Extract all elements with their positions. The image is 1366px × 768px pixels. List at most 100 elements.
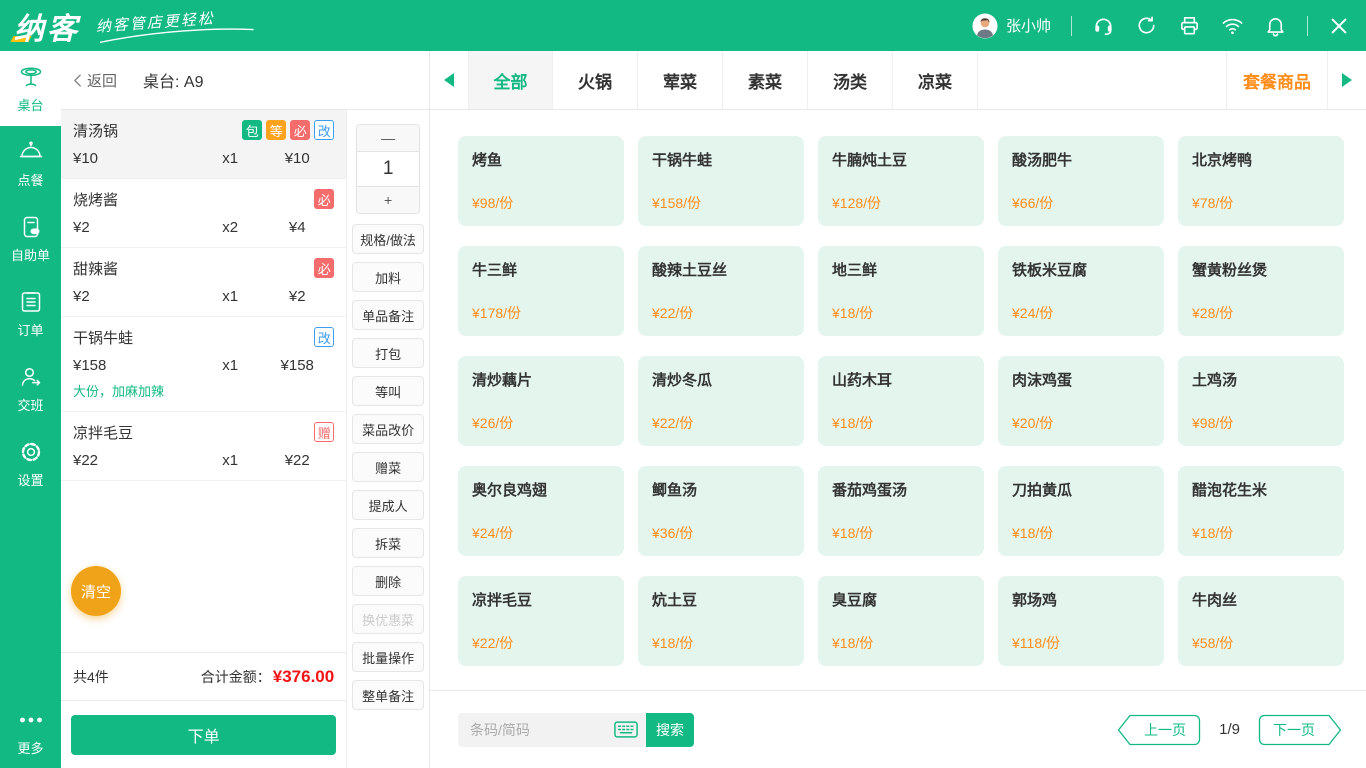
order-item-total: ¥4: [288, 219, 306, 236]
total-amount-value: ¥376.00: [272, 666, 335, 686]
menu-item-card[interactable]: 番茄鸡蛋汤 ¥18/份: [818, 466, 984, 556]
menu-item-card[interactable]: 酸辣土豆丝 ¥22/份: [638, 246, 804, 336]
menu-item-price: ¥24/份: [472, 525, 514, 541]
action-button[interactable]: 加料: [352, 262, 425, 292]
menu-item-card[interactable]: 牛肉丝 ¥58/份: [1178, 576, 1344, 666]
order-item-row[interactable]: 凉拌毛豆赠 ¥22 x1 ¥22: [61, 412, 347, 481]
menu-item-card[interactable]: 清炒藕片 ¥26/份: [458, 356, 624, 446]
menu-item-card[interactable]: 奥尔良鸡翅 ¥24/份: [458, 466, 624, 556]
menu-item-card[interactable]: 地三鲜 ¥18/份: [818, 246, 984, 336]
cloche-icon: [18, 139, 44, 165]
wifi-icon[interactable]: [1221, 14, 1244, 37]
action-button[interactable]: 整单备注: [352, 680, 425, 710]
menu-item-price: ¥178/份: [472, 305, 522, 321]
quantity-increase-button[interactable]: +: [357, 187, 420, 213]
action-button[interactable]: 等叫: [352, 376, 425, 406]
sidebar-item-more[interactable]: 更多: [0, 700, 61, 764]
menu-item-card[interactable]: 烤鱼 ¥98/份: [458, 136, 624, 226]
category-tab[interactable]: 凉菜: [893, 51, 978, 109]
order-item-row[interactable]: 甜辣酱 必 ¥2 x1 ¥2: [61, 248, 347, 317]
menu-item-price: ¥18/份: [1012, 525, 1054, 541]
next-page-button[interactable]: 下一页: [1258, 714, 1342, 746]
menu-item-card[interactable]: 肉沫鸡蛋 ¥20/份: [998, 356, 1164, 446]
menu-item-card[interactable]: 蟹黄粉丝煲 ¥28/份: [1178, 246, 1344, 336]
notification-bell-icon[interactable]: [1264, 14, 1287, 37]
menu-item-name: 土鸡汤: [1192, 372, 1238, 389]
order-item-badges: 必: [314, 189, 335, 209]
menu-item-card[interactable]: 凉拌毛豆 ¥22/份: [458, 576, 624, 666]
sidebar-item-label: 设置: [17, 472, 44, 488]
category-tab[interactable]: 火锅: [553, 51, 638, 109]
keyboard-icon[interactable]: [614, 720, 638, 738]
menu-item-name: 蟹黄粉丝煲: [1192, 262, 1268, 279]
menu-item-name: 凉拌毛豆: [472, 592, 533, 609]
action-button[interactable]: 赠菜: [352, 452, 425, 482]
quantity-value: 1: [357, 151, 420, 187]
sidebar-item-ordering[interactable]: 点餐: [0, 126, 61, 201]
pagination: 上一页 1/9 下一页: [1117, 714, 1342, 746]
menu-item-card[interactable]: 酸汤肥牛 ¥66/份: [998, 136, 1164, 226]
action-button[interactable]: 拆菜: [352, 528, 425, 558]
category-tab[interactable]: 汤类: [808, 51, 893, 109]
sidebar-item-self-order[interactable]: 自助单: [0, 201, 61, 276]
next-page-label: 下一页: [1273, 722, 1315, 738]
sidebar-item-settings[interactable]: 设置: [0, 426, 61, 501]
action-button[interactable]: 删除: [352, 566, 425, 596]
menu-item-card[interactable]: 臭豆腐 ¥18/份: [818, 576, 984, 666]
support-headset-icon[interactable]: [1092, 14, 1115, 37]
order-item-row[interactable]: 清汤锅包等必改 ¥10 x1 ¥10: [61, 110, 347, 179]
order-item-badge: 必: [290, 120, 311, 140]
order-summary: 共4件 合计金额： ¥376.00: [61, 652, 347, 700]
menu-region: 全部 火锅 荤菜 素菜 汤类 凉菜 套餐商品 烤鱼 ¥98/份 干锅牛蛙 ¥158/份 牛腩炖土豆…: [430, 51, 1366, 768]
avatar: [972, 13, 998, 39]
menu-item-card[interactable]: 刀拍黄瓜 ¥18/份: [998, 466, 1164, 556]
search-button[interactable]: 搜索: [646, 712, 694, 747]
menu-item-card[interactable]: 醋泡花生米 ¥18/份: [1178, 466, 1344, 556]
menu-item-card[interactable]: 郭场鸡 ¥118/份: [998, 576, 1164, 666]
back-button[interactable]: 返回: [73, 70, 117, 91]
menu-item-card[interactable]: 干锅牛蛙 ¥158/份: [638, 136, 804, 226]
action-button[interactable]: 规格/做法: [352, 224, 425, 254]
order-item-quantity: x1: [222, 288, 239, 305]
action-button[interactable]: 提成人: [352, 490, 425, 520]
sidebar-item-orders[interactable]: 订单: [0, 276, 61, 351]
user-account[interactable]: 张小帅: [972, 13, 1051, 39]
back-chevron-icon: [74, 73, 81, 87]
menu-item-card[interactable]: 土鸡汤 ¥98/份: [1178, 356, 1344, 446]
combo-products-tab[interactable]: 套餐商品: [1226, 51, 1328, 109]
menu-item-card[interactable]: 铁板米豆腐 ¥24/份: [998, 246, 1164, 336]
category-tab[interactable]: 荤菜: [638, 51, 723, 109]
action-button[interactable]: 批量操作: [352, 642, 425, 672]
tabs-scroll-left-button[interactable]: [430, 51, 468, 109]
order-item-row[interactable]: 干锅牛蛙改 ¥158 x1 ¥158 大份，加麻加辣: [61, 317, 347, 412]
sidebar-item-shift[interactable]: 交班: [0, 351, 61, 426]
tabs-scroll-right-button[interactable]: [1328, 51, 1366, 109]
menu-item-card[interactable]: 牛腩炖土豆 ¥128/份: [818, 136, 984, 226]
category-tab[interactable]: 素菜: [723, 51, 808, 109]
menu-item-price: ¥18/份: [832, 525, 874, 541]
order-item-name: 干锅牛蛙: [73, 329, 134, 347]
action-button[interactable]: 打包: [352, 338, 425, 368]
order-item-row[interactable]: 烧烤酱 必 ¥2 x2 ¥4: [61, 179, 347, 248]
menu-item-card[interactable]: 北京烤鸭 ¥78/份: [1178, 136, 1344, 226]
action-button[interactable]: 单品备注: [352, 300, 425, 330]
clear-order-button[interactable]: 清空: [71, 566, 121, 616]
action-button[interactable]: 菜品改价: [352, 414, 425, 444]
prev-page-button[interactable]: 上一页: [1117, 714, 1201, 746]
quantity-decrease-button[interactable]: —: [357, 125, 420, 151]
menu-item-card[interactable]: 炕土豆 ¥18/份: [638, 576, 804, 666]
order-item-badges: 必: [314, 258, 335, 278]
submit-order-button[interactable]: 下单: [71, 714, 337, 755]
order-item-quantity: x1: [222, 150, 239, 167]
order-list-icon: [18, 289, 44, 315]
category-tab[interactable]: 全部: [468, 51, 553, 109]
menu-item-card[interactable]: 鲫鱼汤 ¥36/份: [638, 466, 804, 556]
sync-icon[interactable]: [1135, 14, 1158, 37]
menu-item-card[interactable]: 山药木耳 ¥18/份: [818, 356, 984, 446]
sidebar-item-tables[interactable]: 桌台: [0, 51, 61, 126]
close-icon[interactable]: [1328, 15, 1350, 37]
menu-item-name: 酸辣土豆丝: [652, 262, 728, 279]
menu-item-card[interactable]: 牛三鲜 ¥178/份: [458, 246, 624, 336]
printer-icon[interactable]: [1178, 14, 1201, 37]
menu-item-card[interactable]: 清炒冬瓜 ¥22/份: [638, 356, 804, 446]
